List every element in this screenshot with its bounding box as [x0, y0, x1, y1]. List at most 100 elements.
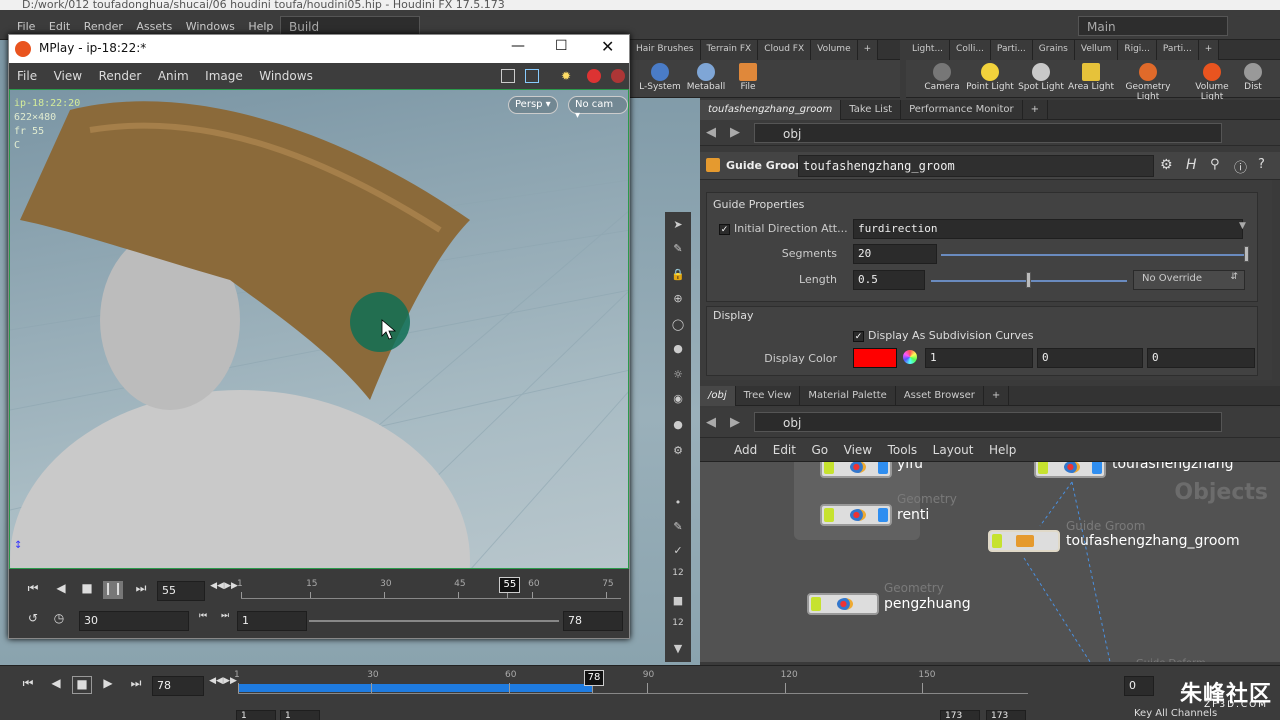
network-menu-edit[interactable]: Edit — [767, 438, 802, 457]
tab-asset-browser[interactable]: Asset Browser — [896, 386, 984, 406]
network-back-arrow-icon[interactable]: ◀ — [706, 415, 716, 430]
lock-icon[interactable]: 🔒 — [669, 268, 687, 286]
help-h-icon[interactable]: H — [1186, 157, 1197, 173]
current-frame-marker[interactable]: 78 — [583, 670, 605, 686]
mplay-stop-render-icon[interactable] — [587, 69, 601, 83]
mplay-menu-file[interactable]: File — [9, 63, 42, 83]
timeline-range-start[interactable]: 1 — [236, 710, 276, 720]
add-shelf-tab-button[interactable]: + — [857, 40, 879, 60]
chevron-down-small-icon[interactable]: ▼ — [669, 642, 687, 660]
node-yifu[interactable] — [820, 462, 892, 478]
tab-tree-view[interactable]: Tree View — [736, 386, 801, 406]
tool-distant-light[interactable]: Dist — [1228, 60, 1278, 92]
tool-point-light[interactable]: Point Light — [962, 60, 1018, 92]
mplay-stop-icon[interactable]: ■ — [77, 581, 97, 599]
network-menu-view[interactable]: View — [838, 438, 878, 457]
menu-render[interactable]: Render — [79, 10, 128, 33]
mplay-range-end-icon[interactable]: ⏭ — [215, 611, 235, 629]
mplay-realtime-icon[interactable]: ◷ — [49, 611, 69, 629]
network-menu-add[interactable]: Add — [728, 438, 763, 457]
menu-help[interactable]: Help — [243, 10, 278, 33]
segments-slider[interactable] — [941, 254, 1247, 256]
tab-performance-monitor[interactable]: Performance Monitor — [901, 100, 1023, 120]
menu-assets[interactable]: Assets — [131, 10, 177, 33]
dot-icon[interactable]: • — [669, 496, 687, 514]
help-icon[interactable]: ? — [1258, 157, 1265, 172]
node-toufa[interactable] — [1034, 462, 1106, 478]
segments-field[interactable]: 20 — [853, 244, 937, 264]
mplay-current-frame-marker[interactable]: 55 — [499, 577, 521, 593]
length-override-menu[interactable]: No Override ⇵ — [1133, 270, 1245, 290]
mplay-menu-image[interactable]: Image — [197, 63, 248, 83]
brush-icon[interactable]: ■ — [669, 594, 687, 612]
mplay-range-end[interactable]: 78 — [563, 611, 623, 631]
mplay-settings-icon[interactable]: ✹ — [561, 69, 571, 83]
tool-geometry-light[interactable]: Geometry Light — [1120, 60, 1176, 102]
shelf-tab-volume[interactable]: Volume — [811, 40, 858, 60]
search-icon[interactable]: ⚲ — [1210, 157, 1220, 172]
mplay-fps-field[interactable]: 30 — [79, 611, 189, 631]
display-color-b[interactable]: 0 — [1147, 348, 1255, 368]
mplay-range-start[interactable]: 1 — [237, 611, 307, 631]
shelf-tab-collisions[interactable]: Colli... — [950, 40, 991, 60]
shelf-tab-lights[interactable]: Light... — [906, 40, 951, 60]
tool-spot-light[interactable]: Spot Light — [1013, 60, 1069, 92]
go-start-icon[interactable]: ⏮ — [18, 676, 38, 694]
add-network-tab-button[interactable]: + — [984, 386, 1010, 406]
network-editor[interactable]: Objects yifu Geometry renti toufashengzh… — [700, 462, 1280, 662]
mplay-frame-ruler[interactable]: 1 15 30 45 55 60 75 — [237, 577, 621, 599]
mplay-menu-render[interactable]: Render — [91, 63, 147, 83]
tab-take-list[interactable]: Take List — [841, 100, 902, 120]
shelf-tab-particle-fluids[interactable]: Parti... — [1156, 40, 1199, 60]
mplay-pause-icon[interactable]: ❙❙ — [103, 581, 123, 599]
network-forward-arrow-icon[interactable]: ▶ — [730, 415, 740, 430]
node-renti[interactable] — [820, 504, 892, 526]
minimize-icon[interactable]: — — [511, 38, 525, 54]
mplay-layout-icon[interactable] — [501, 69, 515, 83]
length-field[interactable]: 0.5 — [853, 270, 925, 290]
info-icon[interactable]: ⓘ — [1234, 157, 1247, 176]
persp-camera-menu[interactable]: Persp ▾ — [508, 96, 558, 114]
mplay-title-bar[interactable]: MPlay - ip-18:22:* — ☐ ✕ — [9, 35, 629, 63]
build-desk-selector[interactable]: Build — [280, 16, 420, 36]
key-frame-field[interactable]: 0 — [1124, 676, 1154, 696]
menu-edit[interactable]: Edit — [44, 10, 75, 33]
mplay-menu-view[interactable]: View — [46, 63, 87, 83]
menu-windows[interactable]: Windows — [181, 10, 240, 33]
display-color-g[interactable]: 0 — [1037, 348, 1143, 368]
tool-file[interactable]: File — [720, 60, 776, 92]
network-menu-tools[interactable]: Tools — [882, 438, 924, 457]
shelf-tab-hair-brushes[interactable]: Hair Brushes — [630, 40, 701, 60]
twelve-icon[interactable]: 12 — [669, 568, 687, 586]
mplay-compare-icon[interactable] — [525, 69, 539, 83]
parameter-path-field[interactable]: obj — [754, 123, 1222, 143]
view-sphere-icon[interactable]: ◯ — [669, 318, 687, 336]
play-reverse-icon[interactable]: ◀ — [46, 676, 66, 694]
mplay-loop-icon[interactable]: ↺ — [23, 611, 43, 629]
stop-icon[interactable]: ■ — [72, 676, 92, 694]
twelve-alt-icon[interactable]: 12 — [669, 618, 687, 636]
display-color-swatch[interactable] — [853, 348, 897, 368]
initial-direction-field[interactable]: furdirection — [853, 219, 1243, 239]
mplay-go-start-icon[interactable]: ⏮ — [23, 581, 43, 599]
menu-file[interactable]: File — [12, 10, 40, 33]
handle-tool-icon[interactable]: ✎ — [669, 242, 687, 260]
tab-groom-params[interactable]: toufashengzhang_groom — [700, 100, 842, 120]
network-path-field[interactable]: obj — [754, 412, 1222, 432]
maximize-icon[interactable]: ☐ — [555, 38, 568, 54]
mplay-image-view[interactable]: ip-18:22:20 622×480 fr 55 C Persp ▾ No c… — [9, 89, 629, 569]
play-icon[interactable]: ▶ — [98, 676, 118, 694]
mplay-play-reverse-icon[interactable]: ◀ — [51, 581, 71, 599]
tab-obj-network[interactable]: /obj — [700, 386, 736, 406]
add-pane-tab-button[interactable]: + — [1023, 100, 1049, 120]
mplay-go-end-icon[interactable]: ⏭ — [131, 581, 151, 599]
segments-slider-handle[interactable] — [1244, 246, 1249, 262]
gear-icon[interactable]: ⚙ — [1160, 157, 1173, 173]
mplay-frame-field[interactable]: 55 — [157, 581, 205, 601]
current-frame-field[interactable]: 78 — [152, 676, 204, 696]
ghost-icon[interactable]: ● — [669, 418, 687, 436]
display-color-r[interactable]: 1 — [925, 348, 1033, 368]
light-bulb-icon[interactable]: ● — [669, 342, 687, 360]
pick-icon[interactable]: ✓ — [669, 544, 687, 562]
shelf-tab-grains[interactable]: Grains — [1032, 40, 1075, 60]
